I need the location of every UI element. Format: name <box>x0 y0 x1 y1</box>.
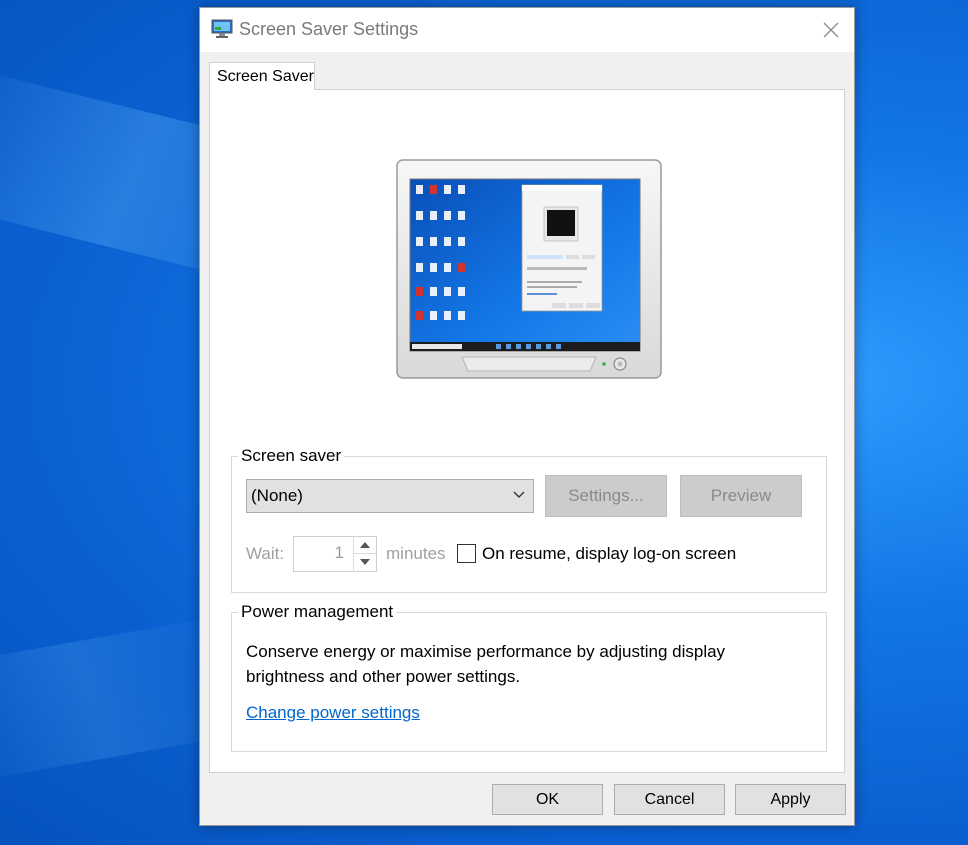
power-management-description: Conserve energy or maximise performance … <box>246 642 726 686</box>
close-button[interactable] <box>808 8 854 52</box>
preview-button[interactable]: Preview <box>680 475 802 517</box>
cancel-button[interactable]: Cancel <box>614 784 725 815</box>
tab-panel: Screen saver (None) Settings... Preview … <box>209 89 845 773</box>
screen-saver-app-icon <box>211 19 233 38</box>
wait-label: Wait: <box>246 544 285 563</box>
stepper-buttons <box>353 537 376 571</box>
resume-logon-label[interactable]: On resume, display log-on screen <box>482 544 736 564</box>
settings-button[interactable]: Settings... <box>545 475 667 517</box>
title-bar[interactable]: Screen Saver Settings <box>200 8 854 52</box>
window-title: Screen Saver Settings <box>239 19 419 39</box>
apply-button[interactable]: Apply <box>735 784 846 815</box>
screen-saver-group: Screen saver (None) Settings... Preview … <box>231 446 827 593</box>
chevron-down-icon <box>513 491 525 498</box>
screen-saver-settings-dialog: Screen Saver Settings Screen Saver Scree… <box>199 7 855 826</box>
screen-saver-group-legend: Screen saver <box>238 446 345 466</box>
wait-minutes-value: 1 <box>334 543 344 562</box>
ok-button[interactable]: OK <box>492 784 603 815</box>
wait-minutes-stepper[interactable]: 1 <box>293 536 377 572</box>
tab-screen-saver[interactable]: Screen Saver <box>209 62 315 90</box>
power-management-group-legend: Power management <box>238 602 397 622</box>
screen-saver-select[interactable]: (None) <box>246 479 534 513</box>
stepper-up-button[interactable] <box>354 537 376 554</box>
monitor-preview-icon <box>396 159 662 379</box>
change-power-settings-link[interactable]: Change power settings <box>246 703 420 723</box>
resume-logon-checkbox[interactable] <box>457 544 476 563</box>
minutes-label: minutes <box>386 544 446 563</box>
power-management-group: Power management Conserve energy or maxi… <box>231 602 827 752</box>
close-icon <box>823 22 839 38</box>
stepper-down-button[interactable] <box>354 554 376 570</box>
spin-up-icon <box>360 542 370 548</box>
spin-down-icon <box>360 559 370 565</box>
screen-saver-select-value: (None) <box>251 486 303 505</box>
